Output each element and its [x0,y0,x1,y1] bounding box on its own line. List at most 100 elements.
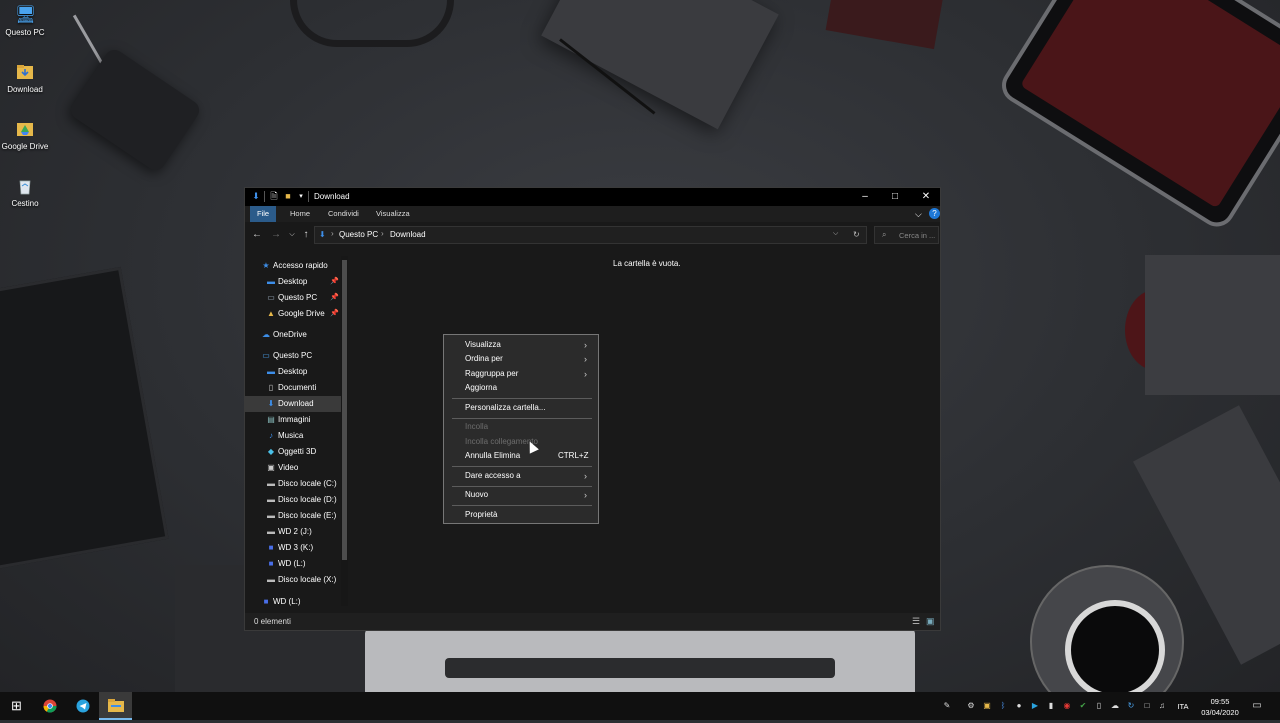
wallpaper-red-book [825,0,945,50]
large-icons-view-icon[interactable]: ▣ [926,616,935,627]
wallpaper-paper [1145,255,1280,395]
onedrive-tray-icon[interactable]: ☁ [1110,701,1120,711]
file-list-area[interactable]: La cartella è vuota. [351,250,940,614]
monitor-icon: ▭ [262,351,270,360]
google-drive-icon: ▲ [267,309,275,318]
menu-item-proprieta[interactable]: Proprietà [444,508,598,522]
menu-item-ordina-per[interactable]: Ordina per › [444,352,598,366]
up-arrow-icon[interactable]: ↑ [300,229,312,241]
telegram-tray-icon[interactable]: ▶ [1030,701,1040,711]
recent-locations-icon[interactable]: ⌵ [286,229,298,241]
nav-scrollbar[interactable] [341,256,348,606]
desktop-icon-download[interactable]: Download [0,62,50,94]
new-folder-icon[interactable]: ■ [283,191,293,202]
menu-item-nuovo[interactable]: Nuovo › [444,488,598,502]
menu-item-aggiorna[interactable]: Aggiorna [444,381,598,395]
record-icon[interactable]: ◉ [1062,701,1072,711]
desktop-icon-google-drive[interactable]: Google Drive [0,119,50,151]
clock-date[interactable]: 03/04/2020 [1196,708,1244,717]
navigation-pane[interactable]: ★ Accesso rapido ▬ Desktop 📌 ▭ Questo PC 📌 ▲ G… [245,250,349,614]
tab-home[interactable]: Home [283,206,317,222]
chrome-icon[interactable] [33,692,66,720]
telegram-icon[interactable] [66,692,99,720]
microphone-icon[interactable]: ▮ [1046,701,1056,711]
star-icon: ★ [262,261,270,270]
properties-icon[interactable]: 🗎 [269,191,279,202]
forward-arrow-icon[interactable]: → [270,229,282,241]
notifications-icon[interactable]: ▭ [1252,701,1262,711]
taskbar: ⊞ ✎ ⚙ ▣ ᛒ ● ▶ ▮ ◉ ✔ ▯ ☁ ↻ □ ♫ ITA 09:55 … [0,692,1280,720]
chevron-right-icon: › [584,340,587,350]
nav-download[interactable]: ⬇ Download [245,396,341,412]
desktop-icon: ▬ [267,367,275,376]
music-icon: ♪ [269,431,273,440]
tray-app-icon[interactable]: ● [1014,701,1024,711]
tab-file[interactable]: File [250,206,277,222]
maximize-button[interactable]: □ [880,188,910,206]
details-view-icon[interactable]: ☰ [912,616,920,627]
document-icon: ▯ [268,383,274,392]
menu-item-incolla: Incolla [465,422,489,431]
pin-icon: 📌 [330,310,339,317]
recycle-bin-icon [15,176,35,196]
menu-separator [452,466,592,467]
wallpaper-clipboard [0,266,169,570]
chevron-right-icon: › [584,471,587,481]
scrollbar-thumb[interactable] [342,260,347,560]
breadcrumb-questo-pc[interactable]: Questo PC [339,230,378,239]
file-explorer-taskbar-icon[interactable] [99,692,132,720]
clock-time[interactable]: 09:55 [1196,697,1244,706]
monitor-icon: ▭ [267,293,275,302]
wd-drive-icon: ■ [263,597,269,606]
close-button[interactable]: ✕ [911,188,941,206]
address-history-icon[interactable]: ⌵ [833,230,838,238]
breadcrumb-download[interactable]: Download [390,230,426,239]
quick-access-dropdown-icon[interactable]: ▾ [296,191,306,202]
menu-item-annulla-elimina[interactable]: Annulla Elimina CTRL+Z [444,449,598,463]
menu-item-dare-accesso[interactable]: Dare accesso a › [444,469,598,483]
network-icon[interactable]: □ [1142,701,1152,711]
tab-visualizza[interactable]: Visualizza [369,206,417,222]
shortcut-label: CTRL+Z [558,451,589,460]
cloud-icon: ☁ [262,330,270,339]
minimize-button[interactable]: – [850,188,880,206]
address-bar[interactable]: ⬇ › Questo PC › Download ⌵ ↻ [314,226,867,244]
drive-icon: ▬ [267,479,275,488]
pen-workspace-icon[interactable]: ✎ [942,701,952,711]
window-title: Download [314,192,350,201]
volume-icon[interactable]: ♫ [1157,701,1167,711]
drive-icon: ▬ [267,575,275,584]
context-menu: Visualizza › Ordina per › Raggruppa per › A… [443,334,599,524]
chevron-right-icon: › [584,369,587,379]
start-windows-icon[interactable]: ⊞ [0,692,33,720]
breadcrumb-separator-icon: › [381,229,384,238]
tab-condividi[interactable]: Condividi [321,206,366,222]
battery-icon[interactable]: ▯ [1094,701,1104,711]
tray-app-icon[interactable]: ⚙ [966,701,976,711]
wallpaper-glasses [290,0,454,47]
bluetooth-icon[interactable]: ᛒ [998,701,1008,711]
desktop-icon-label: Questo PC [5,28,45,37]
menu-item-raggruppa-per[interactable]: Raggruppa per › [444,367,598,381]
desktop-icon-label: Google Drive [1,142,49,151]
check-icon[interactable]: ✔ [1078,701,1088,711]
menu-item-visualizza[interactable]: Visualizza › [444,338,598,352]
desktop-icon-label: Download [7,85,43,94]
tray-app-icon[interactable]: ▣ [982,701,992,711]
sync-icon[interactable]: ↻ [1126,701,1136,711]
back-arrow-icon[interactable]: ← [251,229,263,241]
wd-drive-icon: ■ [268,559,274,568]
drive-icon: ▬ [267,527,275,536]
search-input[interactable]: ⌕ Cerca in ... [874,226,939,244]
desktop-icon-cestino[interactable]: Cestino [0,176,50,208]
help-icon[interactable]: ? [929,208,940,219]
menu-item-incolla-collegamento: Incolla collegamento [465,437,538,446]
expand-ribbon-icon[interactable]: ⌵ [915,208,922,220]
video-icon: ▣ [267,463,275,472]
desktop-icon-questo-pc[interactable]: 🖥 Questo PC [0,5,50,37]
refresh-icon[interactable]: ↻ [853,230,860,239]
title-bar[interactable]: ⬇ 🗎 ■ ▾ Download – □ ✕ [245,188,940,206]
menu-item-personalizza-cartella[interactable]: Personalizza cartella... [444,401,598,415]
language-indicator[interactable]: ITA [1174,702,1192,711]
wallpaper-coffee-cup [1065,600,1165,700]
